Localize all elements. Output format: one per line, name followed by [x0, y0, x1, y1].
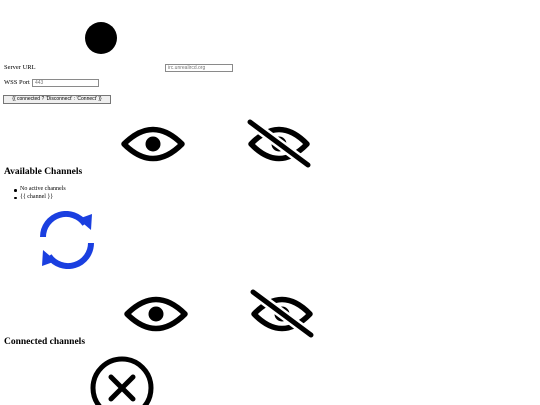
eye-off-icon[interactable] [250, 289, 315, 339]
wss-port-label: WSS Port [4, 79, 30, 86]
available-channels-list: No active channels {{ channel }} [3, 186, 66, 201]
available-channels-heading: Available Channels [4, 167, 83, 177]
refresh-icon[interactable] [37, 211, 97, 269]
close-circle-icon[interactable] [89, 355, 155, 405]
list-item[interactable]: {{ channel }} [3, 194, 66, 202]
wss-port-placeholder: 443 [35, 80, 44, 86]
eye-icon[interactable] [121, 119, 185, 169]
wss-port-input[interactable]: 443 [32, 79, 99, 87]
connect-button[interactable]: {{ connected ? 'Disconnect' : 'Connect' … [3, 95, 111, 104]
server-url-placeholder: irc.unrealircd.org [168, 65, 206, 71]
status-dot-icon [85, 22, 117, 54]
server-url-label: Server URL [4, 64, 36, 71]
server-url-input[interactable]: irc.unrealircd.org [165, 64, 233, 72]
list-item: No active channels [3, 186, 66, 194]
eye-icon[interactable] [124, 289, 188, 339]
eye-off-icon[interactable] [247, 119, 312, 169]
connected-channels-heading: Connected channels [4, 337, 86, 347]
